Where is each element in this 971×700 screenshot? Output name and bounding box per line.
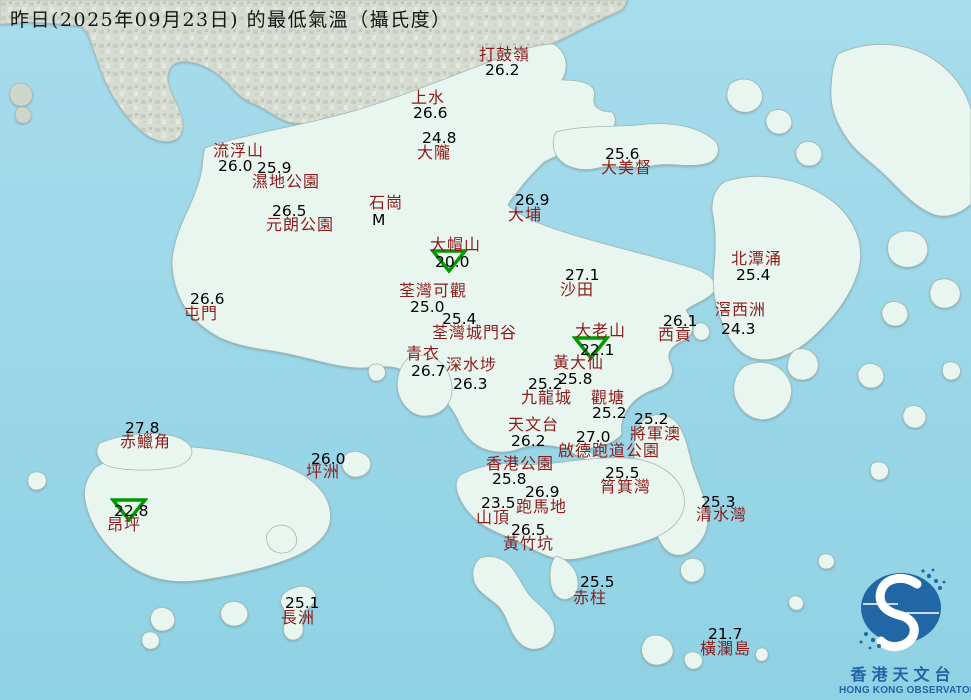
station-name: 西貢 bbox=[658, 327, 692, 343]
station-value: 26.2 bbox=[511, 434, 546, 450]
station-name: 沙田 bbox=[560, 282, 594, 298]
station-name: 黃竹坑 bbox=[503, 536, 554, 552]
station-name: 打鼓嶺 bbox=[479, 47, 530, 63]
station-name: 流浮山 bbox=[213, 143, 264, 159]
station-value: 25.4 bbox=[736, 268, 771, 284]
station-name: 清水灣 bbox=[696, 507, 747, 523]
station-name: 啟德跑道公園 bbox=[558, 443, 660, 459]
station-value: 25.0 bbox=[410, 300, 445, 316]
station-name: 橫瀾島 bbox=[700, 641, 751, 657]
station-name: 滘西洲 bbox=[715, 302, 766, 318]
station-name: 大美督 bbox=[601, 160, 652, 176]
station-name: 昂坪 bbox=[107, 517, 141, 533]
station-value: 26.0 bbox=[218, 159, 253, 175]
station-value: 24.3 bbox=[721, 322, 756, 338]
station-name: 大帽山 bbox=[430, 237, 481, 253]
station-name: 荃灣城門谷 bbox=[432, 325, 517, 341]
station-value: 20.0 bbox=[435, 255, 470, 271]
station-name: 跑馬地 bbox=[516, 499, 567, 515]
station-name: 石崗 bbox=[369, 195, 403, 211]
station-name: 赤鱲角 bbox=[120, 434, 171, 450]
station-name: 濕地公園 bbox=[252, 174, 320, 190]
station-name: 深水埗 bbox=[446, 357, 497, 373]
stations-layer: 26.2打鼓嶺26.6上水24.8大隴26.0流浮山25.9濕地公園25.6大美… bbox=[0, 0, 971, 700]
station-name: 香港公園 bbox=[486, 456, 554, 472]
station-name: 赤柱 bbox=[573, 590, 607, 606]
station-name: 坪洲 bbox=[306, 464, 340, 480]
station-name: 大老山 bbox=[575, 323, 626, 339]
station-name: 山頂 bbox=[476, 510, 510, 526]
station-value: 26.3 bbox=[453, 377, 488, 393]
station-name: 北潭涌 bbox=[731, 251, 782, 267]
station-value: 26.6 bbox=[413, 106, 448, 122]
station-value: 25.8 bbox=[558, 372, 593, 388]
station-name: 九龍城 bbox=[521, 390, 572, 406]
station-name: 屯門 bbox=[184, 306, 218, 322]
station-name: 元朗公園 bbox=[266, 217, 334, 233]
station-name: 青衣 bbox=[406, 346, 440, 362]
station-name: 筲箕灣 bbox=[600, 479, 651, 495]
hko-logo-name-zh: 香港天文台 bbox=[839, 661, 967, 685]
hko-logo-icon bbox=[841, 562, 965, 654]
station-name: 天文台 bbox=[508, 417, 559, 433]
station-name: 黃大仙 bbox=[553, 355, 604, 371]
hko-min-temp-map: 昨日(2025年09月23日) 的最低氣溫（攝氏度） 26.2打鼓嶺26.6上水… bbox=[0, 0, 971, 700]
station-name: 觀塘 bbox=[591, 390, 625, 406]
station-name: 長洲 bbox=[281, 610, 315, 626]
station-value: 25.2 bbox=[592, 406, 627, 422]
hko-logo: 香港天文台 HONG KONG OBSERVATORY bbox=[839, 562, 967, 696]
station-value: M bbox=[372, 213, 385, 229]
station-value: 26.2 bbox=[485, 63, 520, 79]
station-value: 26.7 bbox=[411, 364, 446, 380]
hko-logo-name-en: HONG KONG OBSERVATORY bbox=[839, 685, 967, 696]
station-name: 上水 bbox=[411, 90, 445, 106]
station-name: 大埔 bbox=[508, 207, 542, 223]
station-name: 荃灣可觀 bbox=[399, 283, 467, 299]
station-value: 25.8 bbox=[492, 472, 527, 488]
station-name: 將軍澳 bbox=[630, 426, 681, 442]
station-name: 大隴 bbox=[417, 145, 451, 161]
